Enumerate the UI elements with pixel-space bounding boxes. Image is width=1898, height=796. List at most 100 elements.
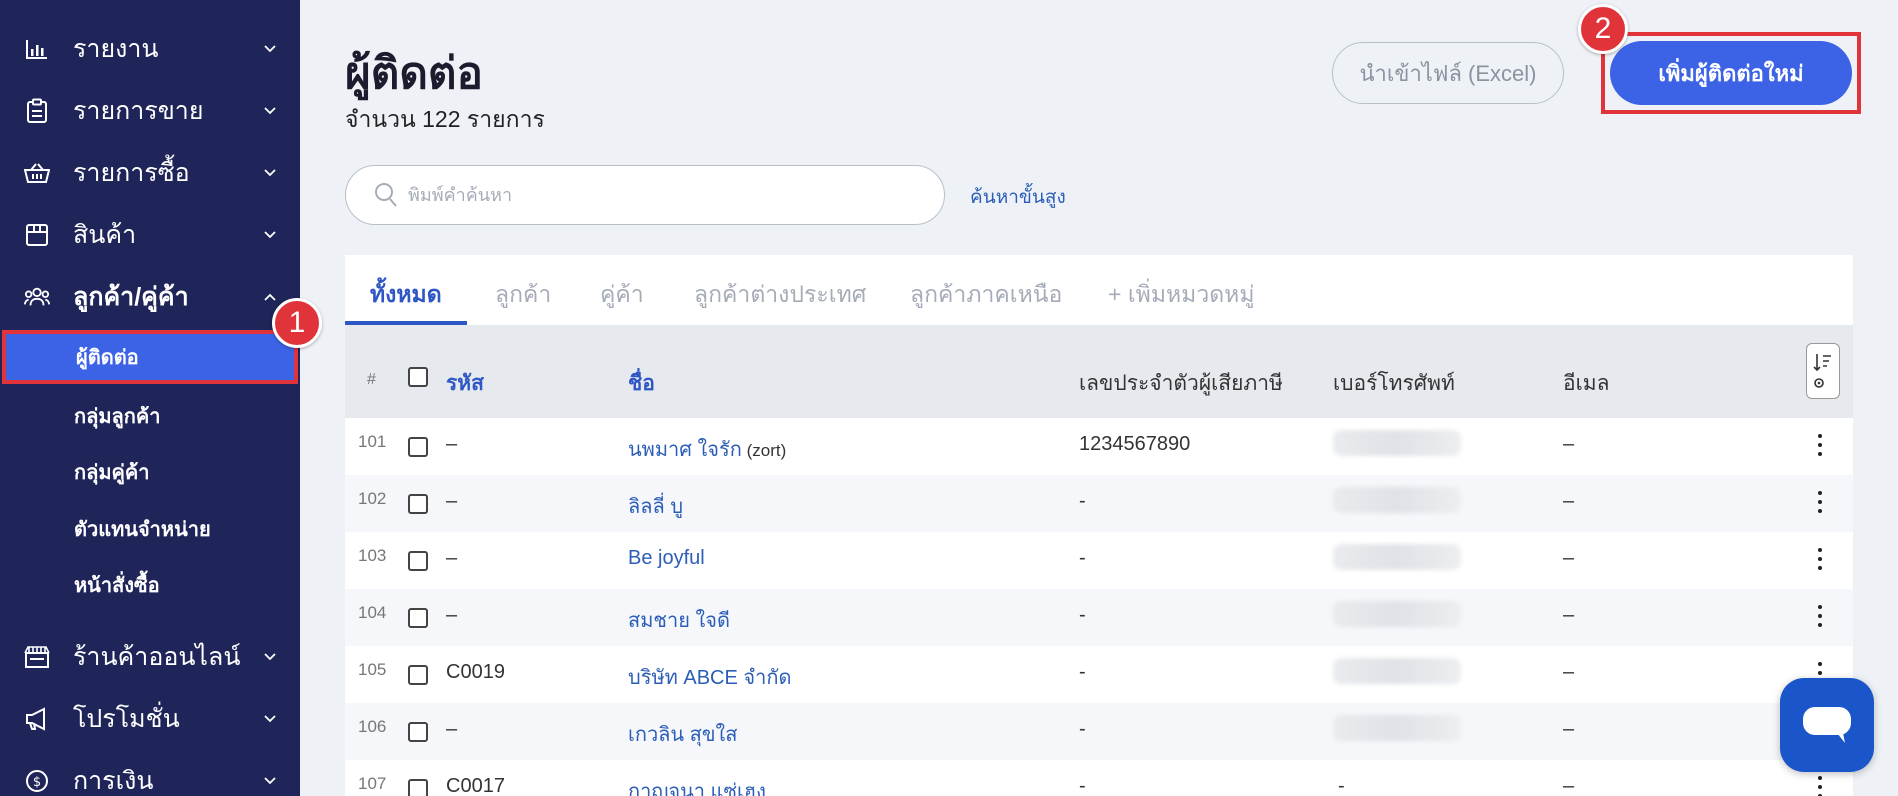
sidebar-subitem-customer-groups[interactable]: กลุ่มลูกค้า — [0, 391, 300, 441]
sidebar-item-products[interactable]: สินค้า — [0, 210, 300, 260]
email: – — [1563, 718, 1575, 740]
chevron-down-icon — [262, 649, 278, 665]
sidebar-subitem-contacts[interactable]: ผู้ติดต่อ — [2, 330, 298, 384]
table-row[interactable]: 105 C0019 บริษัท ABCE จำกัด - – — [345, 646, 1853, 703]
tax-id: - — [1079, 604, 1086, 626]
row-checkbox[interactable] — [408, 551, 428, 571]
search-box[interactable] — [345, 165, 945, 225]
row-number: 106 — [358, 717, 387, 736]
row-checkbox[interactable] — [408, 779, 428, 796]
row-number: 107 — [358, 774, 387, 793]
sidebar-item-purchases[interactable]: รายการซื้อ — [0, 148, 300, 198]
row-checkbox[interactable] — [408, 722, 428, 742]
contact-code: – — [446, 547, 458, 569]
contact-code: – — [446, 718, 458, 740]
row-number: 104 — [358, 603, 387, 622]
contact-name-link[interactable]: เกวลิน สุขใส — [628, 718, 738, 750]
sidebar-item-label: รายงาน — [73, 35, 159, 63]
tax-id: - — [1079, 775, 1086, 796]
tax-id: - — [1079, 718, 1086, 740]
chevron-down-icon — [262, 103, 278, 119]
row-menu-icon[interactable] — [1817, 776, 1823, 796]
table-row[interactable]: 102 – ลิลลี่ บู - – — [345, 475, 1853, 532]
contact-name-link[interactable]: กาญจนา แซ่เฮง — [628, 775, 766, 796]
sidebar-item-online-store[interactable]: ร้านค้าออนไลน์ — [0, 632, 300, 682]
storefront-icon — [24, 644, 50, 670]
basket-icon — [24, 160, 50, 186]
chat-widget-button[interactable] — [1780, 678, 1874, 772]
sidebar-item-customers-partners[interactable]: ลูกค้า/คู่ค้า — [0, 272, 300, 322]
sidebar-subitem-order-page[interactable]: หน้าสั่งซื้อ — [0, 560, 300, 610]
sidebar-item-label: การเงิน — [73, 767, 154, 795]
sidebar-subitem-partner-groups[interactable]: กลุ่มคู่ค้า — [0, 447, 300, 497]
column-header-code[interactable]: รหัส — [446, 367, 484, 400]
table-row[interactable]: 103 – Be joyful - – — [345, 532, 1853, 589]
clipboard-icon — [24, 98, 50, 124]
contact-name-link[interactable]: Be joyful — [628, 547, 705, 570]
tax-id: - — [1079, 661, 1086, 683]
column-header-name[interactable]: ชื่อ — [628, 367, 655, 400]
contact-name-link[interactable]: นพมาศ ใจรัก (zort) — [628, 433, 786, 465]
sidebar-item-sales[interactable]: รายการขาย — [0, 86, 300, 136]
column-settings-button[interactable] — [1806, 343, 1840, 399]
phone-redacted — [1333, 544, 1461, 576]
search-input[interactable] — [408, 178, 908, 212]
add-contact-button[interactable]: เพิ่มผู้ติดต่อใหม่ — [1610, 41, 1852, 105]
dollar-circle-icon: $ — [24, 768, 50, 794]
email: – — [1563, 490, 1575, 512]
column-header-phone: เบอร์โทรศัพท์ — [1333, 372, 1455, 395]
contact-name: นพมาศ ใจรัก — [628, 439, 742, 461]
sidebar-subitem-distributors[interactable]: ตัวแทนจำหน่าย — [0, 504, 300, 554]
row-checkbox[interactable] — [408, 437, 428, 457]
tab-northern-customers[interactable]: ลูกค้าภาคเหนือ — [910, 277, 1062, 313]
chevron-up-icon — [262, 289, 278, 305]
row-checkbox[interactable] — [408, 494, 428, 514]
row-menu-icon[interactable] — [1817, 548, 1823, 572]
phone: - — [1338, 775, 1345, 796]
row-menu-icon[interactable] — [1817, 605, 1823, 629]
megaphone-icon — [24, 706, 50, 732]
row-number: 103 — [358, 546, 387, 565]
column-header-index: # — [367, 371, 376, 388]
row-menu-icon[interactable] — [1817, 491, 1823, 515]
category-tabs: ทั้งหมด ลูกค้า คู่ค้า ลูกค้าต่างประเทศ ล… — [345, 255, 1853, 325]
select-all-checkbox[interactable] — [408, 367, 428, 387]
sidebar-item-promotions[interactable]: โปรโมชั่น — [0, 694, 300, 744]
tax-id: - — [1079, 547, 1086, 569]
sidebar-subitem-label: ผู้ติดต่อ — [76, 347, 139, 369]
row-checkbox[interactable] — [408, 608, 428, 628]
tab-customers[interactable]: ลูกค้า — [495, 277, 551, 313]
table-row[interactable]: 101 – นพมาศ ใจรัก (zort) 1234567890 – — [345, 418, 1853, 475]
table-row[interactable]: 106 – เกวลิน สุขใส - – — [345, 703, 1853, 760]
sidebar-item-label: โปรโมชั่น — [73, 705, 180, 733]
table-row[interactable]: 104 – สมชาย ใจดี - – — [345, 589, 1853, 646]
chevron-down-icon — [262, 41, 278, 57]
record-count: จำนวน 122 รายการ — [345, 106, 545, 132]
table-row[interactable]: 107 C0017 กาญจนา แซ่เฮง - - – — [345, 760, 1853, 796]
row-number: 102 — [358, 489, 387, 508]
contact-name-link[interactable]: สมชาย ใจดี — [628, 604, 730, 636]
add-category-tab[interactable]: + เพิ่มหมวดหมู่ — [1108, 277, 1255, 313]
tax-id: 1234567890 — [1079, 433, 1191, 455]
email: – — [1563, 661, 1575, 683]
row-checkbox[interactable] — [408, 665, 428, 685]
sidebar-item-reports[interactable]: รายงาน — [0, 24, 300, 74]
contact-name-link[interactable]: ลิลลี่ บู — [628, 490, 683, 522]
tab-all[interactable]: ทั้งหมด — [370, 277, 442, 313]
sort-settings-icon — [1813, 354, 1831, 388]
table-header: # รหัส ชื่อ เลขประจำตัวผู้เสียภาษี เบอร์… — [345, 325, 1853, 418]
import-excel-button[interactable]: นำเข้าไฟล์ (Excel) — [1332, 42, 1564, 104]
sidebar-item-finance[interactable]: $ การเงิน — [0, 756, 300, 796]
contact-code: – — [446, 490, 458, 512]
page-title: ผู้ติดต่อ — [345, 49, 483, 98]
step-badge-1: 1 — [272, 298, 322, 348]
contact-code: – — [446, 433, 458, 455]
tab-partners[interactable]: คู่ค้า — [600, 277, 644, 313]
tab-foreign-customers[interactable]: ลูกค้าต่างประเทศ — [694, 277, 866, 313]
contact-name-link[interactable]: บริษัท ABCE จำกัด — [628, 661, 791, 693]
contact-code: C0019 — [446, 661, 505, 683]
chevron-down-icon — [262, 773, 278, 789]
email: – — [1563, 547, 1575, 569]
advanced-search-link[interactable]: ค้นหาขั้นสูง — [970, 182, 1066, 212]
row-menu-icon[interactable] — [1817, 434, 1823, 458]
